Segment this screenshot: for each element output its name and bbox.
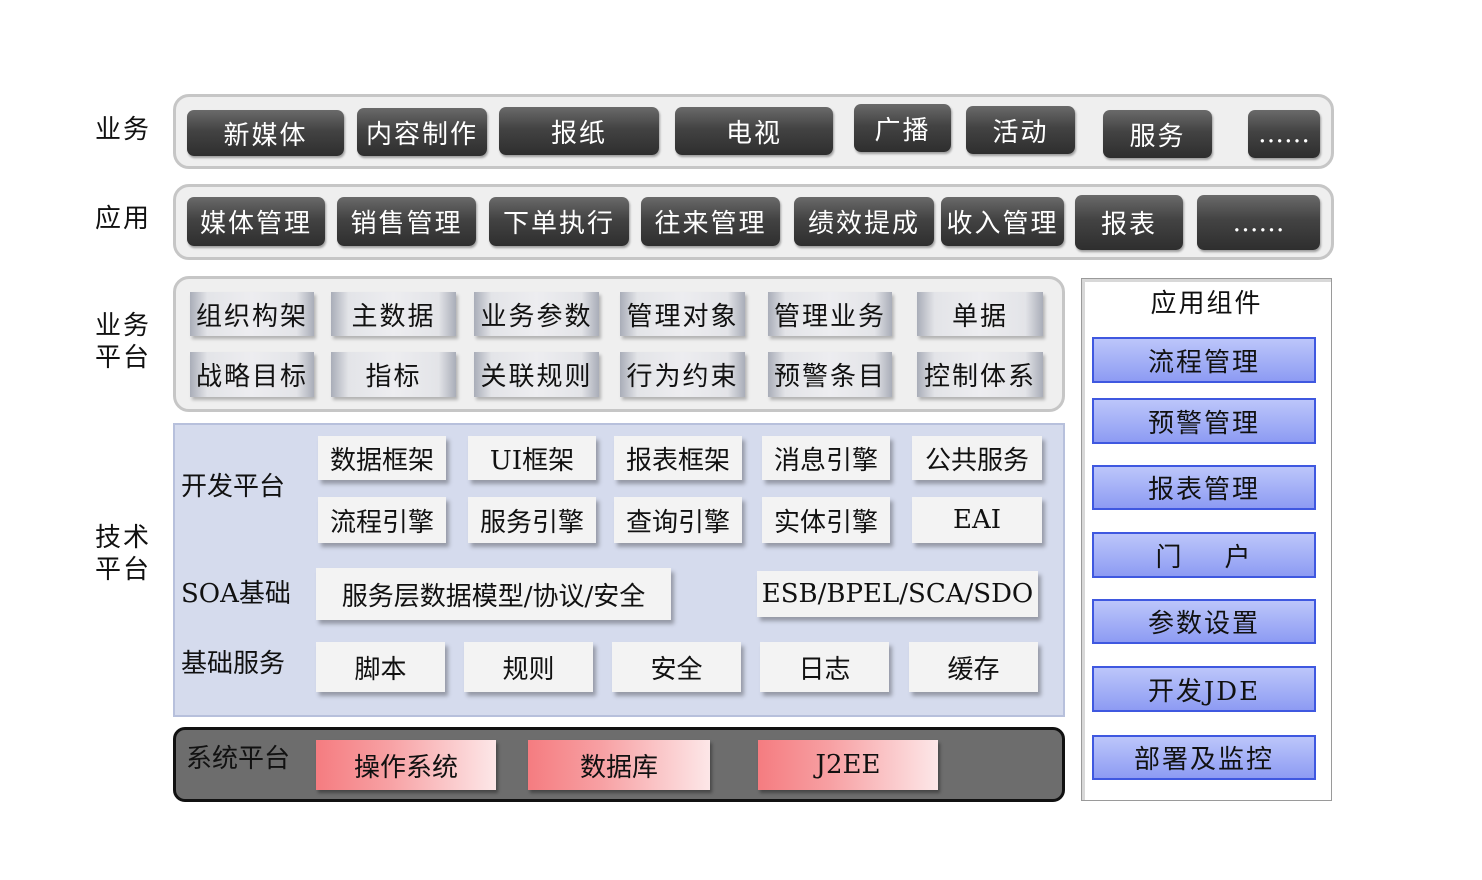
application-item[interactable]: 往来管理 — [641, 197, 780, 246]
system-platform-item[interactable]: 数据库 — [528, 740, 710, 790]
business-item[interactable]: 报纸 — [499, 107, 659, 155]
business-item[interactable]: 新媒体 — [187, 110, 344, 156]
application-item[interactable]: …… — [1197, 195, 1320, 250]
component-item[interactable]: 流程管理 — [1092, 337, 1316, 383]
row-label-business-platform: 业务 平台 — [94, 311, 151, 373]
business-platform-item[interactable]: 组织构架 — [190, 292, 314, 336]
application-item[interactable]: 媒体管理 — [187, 197, 325, 246]
business-platform-item[interactable]: 行为约束 — [620, 352, 745, 397]
business-platform-item[interactable]: 管理对象 — [620, 292, 745, 336]
dev-platform-item[interactable]: 数据框架 — [318, 436, 446, 480]
application-item[interactable]: 销售管理 — [337, 197, 476, 246]
business-platform-item[interactable]: 单据 — [917, 292, 1043, 336]
component-item[interactable]: 门 户 — [1092, 532, 1316, 578]
row-label-tech-platform: 技术 平台 — [94, 523, 151, 585]
dev-platform-item[interactable]: 公共服务 — [912, 436, 1042, 480]
row-label-business: 业务 — [94, 115, 151, 145]
soa-item[interactable]: ESB/BPEL/SCA/SDO — [757, 571, 1038, 617]
dev-platform-item[interactable]: UI框架 — [468, 436, 596, 480]
component-item[interactable]: 报表管理 — [1092, 465, 1316, 510]
application-item[interactable]: 绩效提成 — [794, 197, 934, 246]
system-platform-item[interactable]: 操作系统 — [316, 740, 496, 790]
base-service-item[interactable]: 日志 — [760, 642, 889, 692]
components-title: 应用组件 — [1150, 289, 1263, 319]
business-platform-item[interactable]: 关联规则 — [474, 352, 599, 397]
base-service-item[interactable]: 缓存 — [909, 642, 1038, 692]
component-item[interactable]: 预警管理 — [1092, 398, 1316, 444]
application-item[interactable]: 报表 — [1075, 195, 1183, 250]
soa-label: SOA基础 — [181, 579, 291, 609]
dev-platform-item[interactable]: 报表框架 — [614, 436, 742, 480]
component-item[interactable]: 参数设置 — [1092, 599, 1316, 644]
system-platform-item[interactable]: J2EE — [758, 740, 938, 790]
component-item[interactable]: 开发JDE — [1092, 666, 1316, 712]
base-service-item[interactable]: 安全 — [612, 642, 741, 692]
business-platform-item[interactable]: 指标 — [331, 352, 456, 397]
component-item[interactable]: 部署及监控 — [1092, 735, 1316, 780]
application-item[interactable]: 收入管理 — [941, 197, 1064, 246]
row-label-application: 应用 — [94, 204, 151, 234]
dev-platform-label: 开发平台 — [181, 472, 286, 502]
base-service-item[interactable]: 脚本 — [316, 642, 445, 692]
business-item[interactable]: 服务 — [1103, 110, 1212, 158]
dev-platform-item[interactable]: 消息引擎 — [762, 436, 890, 480]
business-item[interactable]: 内容制作 — [357, 108, 487, 156]
base-services-label: 基础服务 — [181, 649, 286, 679]
business-platform-item[interactable]: 业务参数 — [474, 292, 599, 336]
business-platform-item[interactable]: 控制体系 — [917, 352, 1043, 397]
business-platform-item[interactable]: 主数据 — [331, 292, 456, 336]
dev-platform-item[interactable]: 服务引擎 — [468, 497, 596, 543]
dev-platform-item[interactable]: 流程引擎 — [318, 497, 446, 543]
business-platform-item[interactable]: 战略目标 — [190, 352, 314, 397]
dev-platform-item[interactable]: EAI — [912, 497, 1042, 543]
business-item[interactable]: 活动 — [966, 106, 1075, 154]
business-item[interactable]: 广播 — [854, 104, 951, 152]
application-item[interactable]: 下单执行 — [489, 197, 629, 246]
system-platform-label: 系统平台 — [186, 744, 291, 774]
dev-platform-item[interactable]: 实体引擎 — [762, 497, 890, 543]
soa-item[interactable]: 服务层数据模型/协议/安全 — [316, 568, 671, 620]
business-platform-item[interactable]: 预警条目 — [768, 352, 892, 397]
dev-platform-item[interactable]: 查询引擎 — [614, 497, 742, 543]
business-item[interactable]: 电视 — [675, 107, 833, 155]
business-platform-item[interactable]: 管理业务 — [768, 292, 892, 336]
business-item[interactable]: …… — [1248, 110, 1320, 158]
base-service-item[interactable]: 规则 — [464, 642, 593, 692]
